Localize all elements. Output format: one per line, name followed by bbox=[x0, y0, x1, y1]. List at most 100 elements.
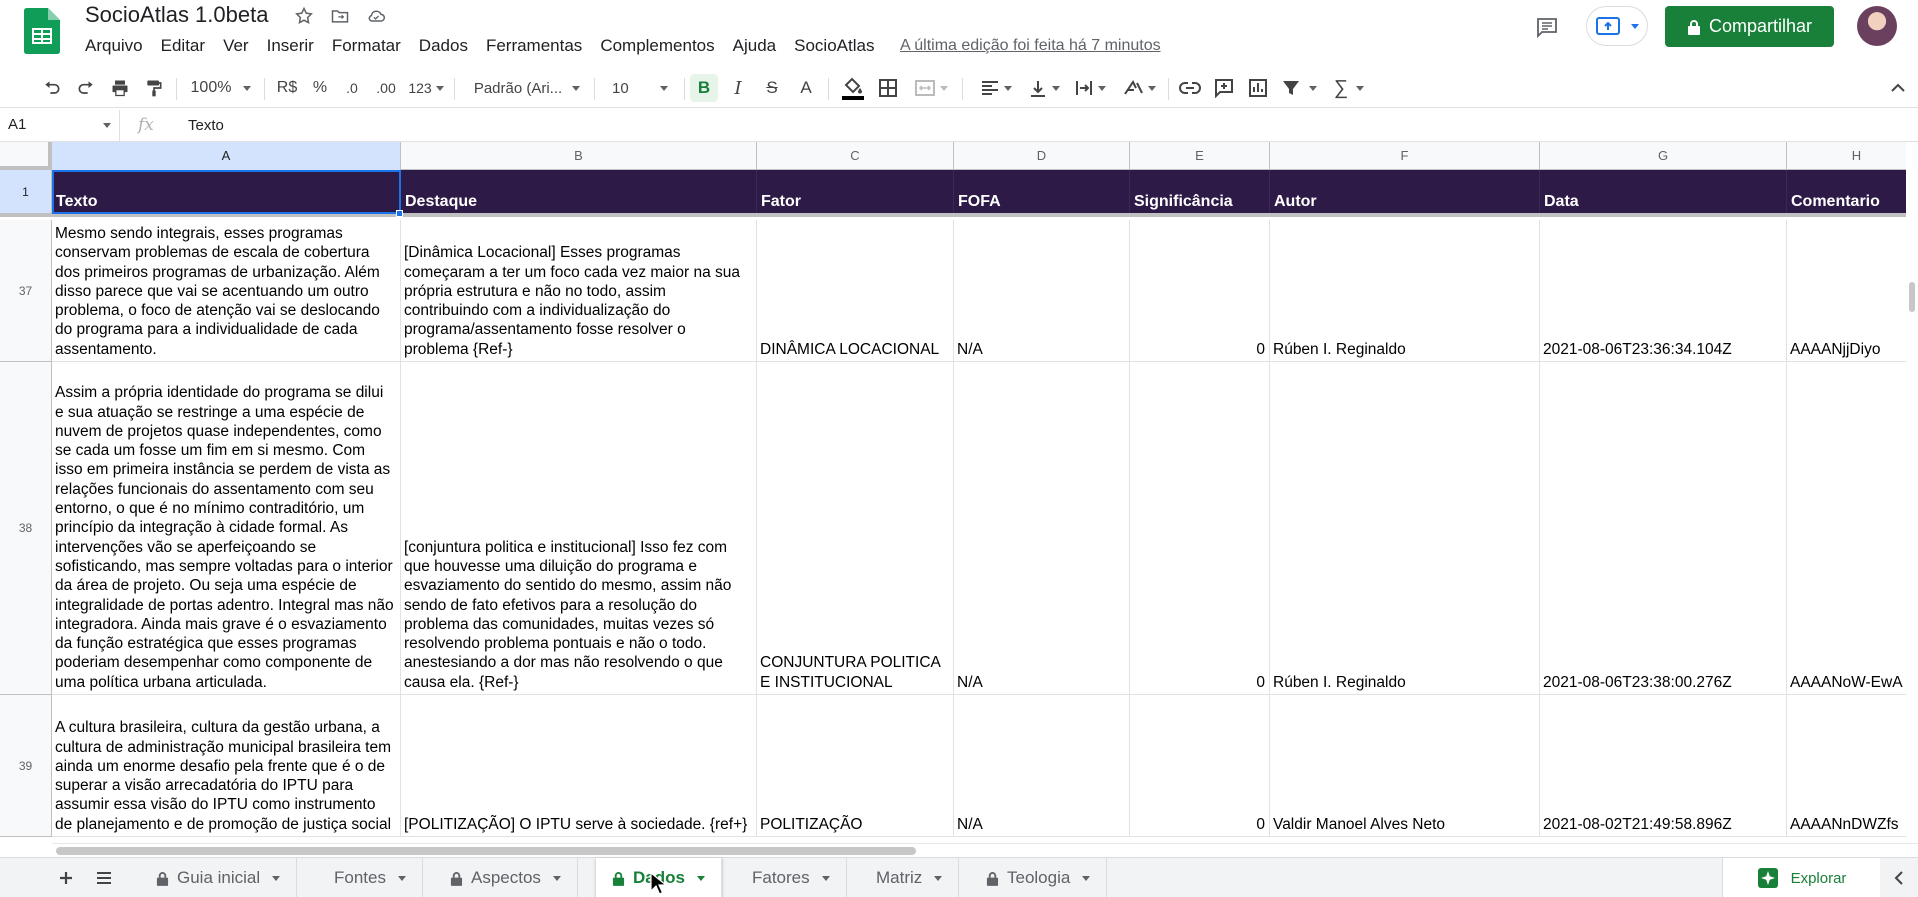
cell-fator[interactable]: CONJUNTURA POLITICA E INSTITUCIONAL bbox=[757, 362, 954, 694]
text-wrapping-button[interactable] bbox=[1070, 68, 1110, 108]
sheets-logo-icon[interactable] bbox=[24, 8, 60, 54]
font-size-select[interactable]: 10 bbox=[604, 68, 676, 108]
menu-complementos[interactable]: Complementos bbox=[591, 34, 723, 58]
select-all-corner[interactable] bbox=[0, 142, 52, 170]
comment-history-button[interactable] bbox=[1528, 10, 1566, 44]
cell-significancia[interactable]: 0 bbox=[1130, 220, 1270, 361]
cell-autor[interactable]: Rúben I. Reginaldo bbox=[1270, 220, 1540, 361]
more-formats-button[interactable]: 123 bbox=[406, 68, 446, 108]
last-edit-link[interactable]: A última edição foi feita há 7 minutos bbox=[900, 37, 1161, 55]
borders-button[interactable] bbox=[874, 68, 902, 108]
cell-significancia[interactable]: 0 bbox=[1130, 362, 1270, 694]
decrease-decimal-button[interactable]: .0 bbox=[338, 68, 366, 108]
text-color-button[interactable]: A bbox=[792, 68, 820, 108]
explore-button[interactable]: Explorar bbox=[1722, 858, 1880, 897]
column-header-d[interactable]: D bbox=[954, 142, 1130, 170]
row-header[interactable]: 37 bbox=[0, 220, 52, 362]
menu-ver[interactable]: Ver bbox=[214, 34, 258, 58]
row-header[interactable]: 39 bbox=[0, 695, 52, 837]
cell-data[interactable]: 2021-08-06T23:36:34.104Z bbox=[1540, 220, 1787, 361]
cell-fator[interactable]: DINÂMICA LOCACIONAL bbox=[757, 220, 954, 361]
present-button[interactable] bbox=[1586, 6, 1648, 46]
menu-dados[interactable]: Dados bbox=[410, 34, 477, 58]
sheet-tab-matriz[interactable]: Matriz bbox=[860, 858, 960, 897]
cell-fofa[interactable]: N/A bbox=[954, 362, 1130, 694]
sheet-tab-aspectos[interactable]: Aspectos bbox=[434, 858, 578, 897]
column-header-g[interactable]: G bbox=[1540, 142, 1787, 170]
vertical-align-button[interactable] bbox=[1024, 68, 1064, 108]
bold-button[interactable]: B bbox=[690, 74, 718, 102]
header-cell-autor[interactable]: Autor bbox=[1270, 170, 1540, 213]
column-header-h[interactable]: H bbox=[1787, 142, 1918, 170]
column-header-a[interactable]: A bbox=[52, 142, 401, 170]
filter-button[interactable] bbox=[1278, 68, 1320, 108]
cell-destaque[interactable]: [Dinâmica Locacional] Esses programas co… bbox=[401, 220, 757, 361]
menu-ferramentas[interactable]: Ferramentas bbox=[477, 34, 591, 58]
increase-decimal-button[interactable]: .00 bbox=[370, 68, 402, 108]
horizontal-scrollbar[interactable] bbox=[52, 843, 1918, 857]
italic-button[interactable]: I bbox=[724, 68, 752, 108]
cell-texto[interactable]: A cultura brasileira, cultura da gestão … bbox=[52, 695, 401, 836]
cell-fofa[interactable]: N/A bbox=[954, 695, 1130, 836]
cell-fofa[interactable]: N/A bbox=[954, 220, 1130, 361]
horizontal-align-button[interactable] bbox=[976, 68, 1016, 108]
header-cell-significancia[interactable]: Significância bbox=[1130, 170, 1270, 213]
cell-comentario[interactable]: AAAANoW-EwA bbox=[1787, 362, 1918, 694]
text-rotation-button[interactable] bbox=[1118, 68, 1160, 108]
header-cell-comentario[interactable]: Comentario bbox=[1787, 170, 1918, 213]
menu-socioatlas[interactable]: SocioAtlas bbox=[785, 34, 883, 58]
sheet-tab-guia-inicial[interactable]: Guia inicial bbox=[140, 858, 298, 897]
menu-arquivo[interactable]: Arquivo bbox=[76, 34, 152, 58]
currency-format-button[interactable]: R$ bbox=[272, 68, 302, 108]
cell-data[interactable]: 2021-08-06T23:38:00.276Z bbox=[1540, 362, 1787, 694]
star-icon[interactable] bbox=[292, 4, 316, 28]
document-title[interactable]: SocioAtlas 1.0beta bbox=[85, 2, 268, 28]
cell-destaque[interactable]: [conjuntura politica e institucional] Is… bbox=[401, 362, 757, 694]
menu-ajuda[interactable]: Ajuda bbox=[724, 34, 785, 58]
cell-comentario[interactable]: AAAANjjDiyo bbox=[1787, 220, 1918, 361]
insert-link-button[interactable] bbox=[1176, 68, 1204, 108]
cell-autor[interactable]: Valdir Manoel Alves Neto bbox=[1270, 695, 1540, 836]
cell-texto[interactable]: Assim a própria identidade do programa s… bbox=[52, 362, 401, 694]
column-header-b[interactable]: B bbox=[401, 142, 757, 170]
vertical-scroll-thumb[interactable] bbox=[1909, 282, 1915, 312]
sheet-tab-teologia[interactable]: Teologia bbox=[970, 858, 1108, 897]
share-button[interactable]: Compartilhar bbox=[1665, 6, 1834, 47]
percent-format-button[interactable]: % bbox=[306, 68, 334, 108]
move-folder-icon[interactable] bbox=[328, 4, 352, 28]
column-header-c[interactable]: C bbox=[757, 142, 954, 170]
cell-data[interactable]: 2021-08-02T21:49:58.896Z bbox=[1540, 695, 1787, 836]
add-sheet-button[interactable] bbox=[50, 858, 82, 897]
cell-significancia[interactable]: 0 bbox=[1130, 695, 1270, 836]
paint-format-button[interactable] bbox=[140, 68, 168, 108]
menu-editar[interactable]: Editar bbox=[152, 34, 214, 58]
header-cell-texto[interactable]: Texto bbox=[52, 170, 401, 213]
all-sheets-button[interactable] bbox=[88, 858, 120, 897]
name-box[interactable]: A1 bbox=[0, 110, 120, 142]
merge-cells-button[interactable] bbox=[908, 68, 954, 108]
cell-texto[interactable]: Mesmo sendo integrais, esses programas c… bbox=[52, 220, 401, 361]
fill-color-button[interactable] bbox=[838, 68, 868, 108]
sheet-tab-fontes[interactable]: Fontes bbox=[318, 858, 423, 897]
insert-comment-button[interactable] bbox=[1210, 68, 1238, 108]
horizontal-scroll-thumb[interactable] bbox=[56, 847, 916, 855]
vertical-scrollbar[interactable] bbox=[1906, 142, 1918, 842]
formula-input[interactable]: Texto bbox=[176, 110, 1876, 142]
cloud-saved-icon[interactable] bbox=[364, 4, 388, 28]
header-cell-destaque[interactable]: Destaque bbox=[401, 170, 757, 213]
menu-inserir[interactable]: Inserir bbox=[258, 34, 323, 58]
cell-comentario[interactable]: AAAANnDWZfs bbox=[1787, 695, 1918, 836]
row-header[interactable]: 38 bbox=[0, 362, 52, 695]
column-header-f[interactable]: F bbox=[1270, 142, 1540, 170]
column-header-e[interactable]: E bbox=[1130, 142, 1270, 170]
strikethrough-button[interactable]: S bbox=[758, 68, 786, 108]
header-cell-fator[interactable]: Fator bbox=[757, 170, 954, 213]
account-avatar[interactable] bbox=[1857, 6, 1897, 46]
zoom-select[interactable]: 100% bbox=[186, 68, 256, 108]
font-family-select[interactable]: Padrão (Ari... bbox=[468, 68, 586, 108]
row-header-1[interactable]: 1 bbox=[0, 170, 52, 217]
fill-handle[interactable] bbox=[396, 210, 403, 217]
undo-button[interactable] bbox=[38, 68, 66, 108]
header-cell-data[interactable]: Data bbox=[1540, 170, 1787, 213]
cell-autor[interactable]: Rúben I. Reginaldo bbox=[1270, 362, 1540, 694]
